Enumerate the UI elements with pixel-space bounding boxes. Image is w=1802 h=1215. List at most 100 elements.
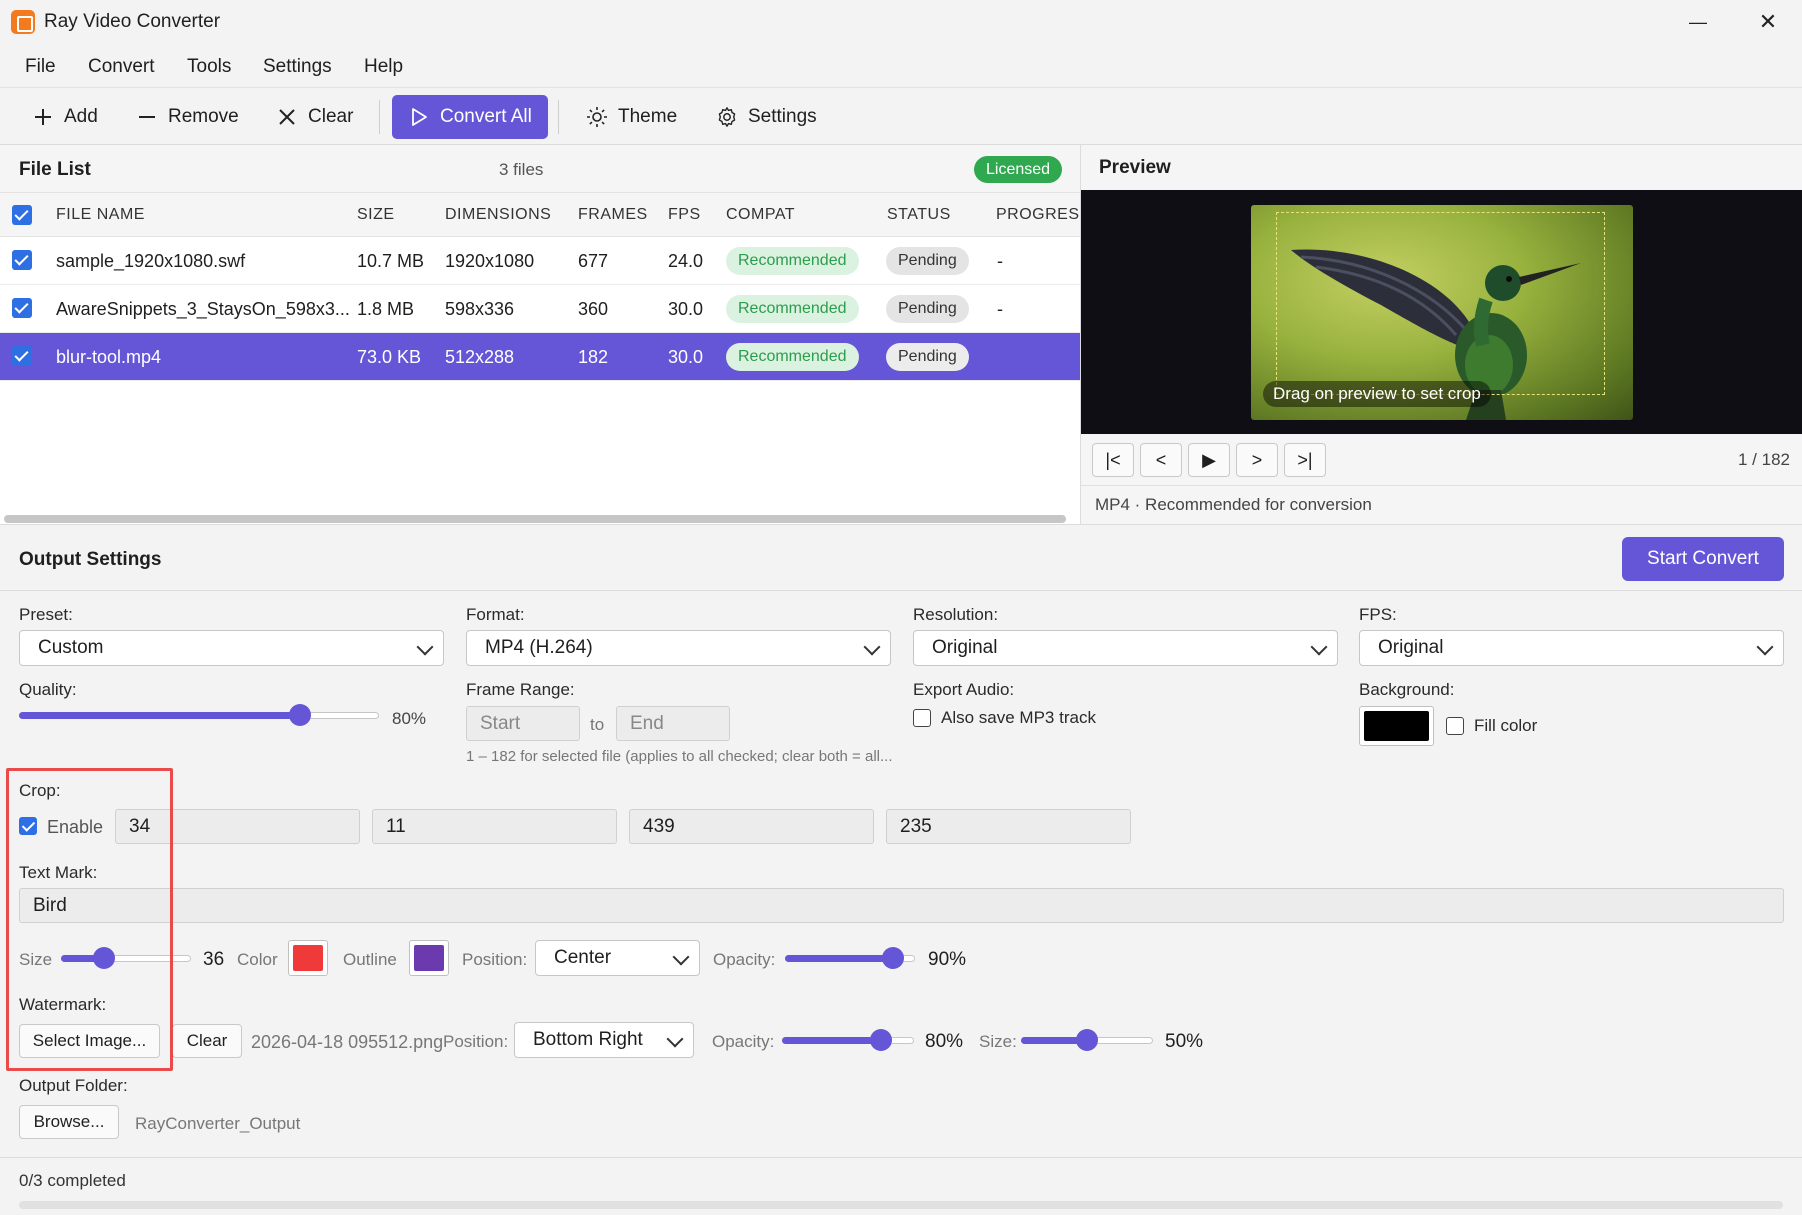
crop-enable-label[interactable]: Enable xyxy=(47,817,103,838)
row-checkbox[interactable] xyxy=(12,346,32,366)
select-image-button[interactable]: Select Image... xyxy=(19,1024,160,1058)
watermark-position-select[interactable]: Bottom Right xyxy=(514,1022,694,1058)
quality-value: 80% xyxy=(392,709,427,728)
export-audio-checkbox-label[interactable]: Also save MP3 track xyxy=(941,708,1096,728)
text-size-label: Size xyxy=(19,950,53,969)
watermark-opacity-slider[interactable] xyxy=(782,1029,914,1051)
text-mark-input[interactable]: Bird xyxy=(19,888,1784,923)
add-button[interactable]: Add xyxy=(22,95,108,139)
slider-thumb[interactable] xyxy=(1076,1029,1098,1051)
start-convert-button[interactable]: Start Convert xyxy=(1622,537,1784,581)
prev-frame-button[interactable]: < xyxy=(1140,443,1182,477)
file-frames: 182 xyxy=(578,347,609,367)
crop-y-input[interactable]: 11 xyxy=(372,809,617,844)
menu-help[interactable]: Help xyxy=(364,56,403,78)
table-column-header: FILE NAME SIZE DIMENSIONS FRAMES FPS COM… xyxy=(0,193,1080,237)
fill-color-checkbox[interactable] xyxy=(1446,717,1464,735)
next-frame-button[interactable]: > xyxy=(1236,443,1278,477)
menu-tools[interactable]: Tools xyxy=(187,56,231,78)
format-select[interactable]: MP4 (H.264) xyxy=(466,630,891,666)
title-bar: Ray Video Converter — ✕ xyxy=(0,0,1802,44)
clear-button[interactable]: Clear xyxy=(266,95,363,139)
crop-width-input[interactable]: 439 xyxy=(629,809,874,844)
file-name: AwareSnippets_3_StaysOn_598x3... xyxy=(56,299,350,319)
text-opacity-label: Opacity: xyxy=(713,950,776,969)
select-all-checkbox[interactable] xyxy=(12,205,32,225)
file-count: 3 files xyxy=(499,160,544,179)
status-bar: 0/3 completed xyxy=(0,1157,1802,1215)
text-position-select[interactable]: Center xyxy=(535,940,700,976)
close-button[interactable]: ✕ xyxy=(1733,0,1802,44)
preview-divider xyxy=(1081,485,1802,486)
row-checkbox[interactable] xyxy=(12,298,32,318)
convert-all-button[interactable]: Convert All xyxy=(392,95,548,139)
background-color-swatch[interactable] xyxy=(1359,706,1434,746)
status-badge: Pending xyxy=(886,247,969,275)
slider-thumb[interactable] xyxy=(289,704,312,726)
first-frame-button[interactable]: |< xyxy=(1092,443,1134,477)
col-frames[interactable]: FRAMES xyxy=(578,206,648,224)
menu-convert[interactable]: Convert xyxy=(88,56,155,78)
menu-settings[interactable]: Settings xyxy=(263,56,332,78)
browse-button[interactable]: Browse... xyxy=(19,1105,119,1139)
watermark-clear-button[interactable]: Clear xyxy=(172,1024,242,1058)
col-progress[interactable]: PROGRESS xyxy=(996,206,1080,224)
watermark-size-slider[interactable] xyxy=(1021,1029,1153,1051)
table-row[interactable]: AwareSnippets_3_StaysOn_598x3... 1.8 MB … xyxy=(0,285,1080,333)
text-color-swatch[interactable] xyxy=(288,940,328,976)
outline-color-swatch[interactable] xyxy=(409,940,449,976)
fps-select[interactable]: Original xyxy=(1359,630,1784,666)
minimize-button-spacer xyxy=(1663,0,1733,44)
file-progress: - xyxy=(997,299,1003,319)
preset-value: Custom xyxy=(38,637,104,658)
file-dimensions: 512x288 xyxy=(445,347,515,367)
preset-select[interactable]: Custom xyxy=(19,630,444,666)
settings-button[interactable]: Settings xyxy=(706,95,827,139)
col-file-name[interactable]: FILE NAME xyxy=(56,206,145,224)
frame-start-input[interactable]: Start xyxy=(466,706,580,741)
text-size-value: 36 xyxy=(203,949,225,970)
watermark-size-label: Size: xyxy=(979,1032,1017,1051)
frame-range-to-label: to xyxy=(590,715,605,734)
file-fps: 30.0 xyxy=(668,347,704,367)
col-status[interactable]: STATUS xyxy=(887,206,951,224)
theme-button[interactable]: Theme xyxy=(576,95,687,139)
chevron-down-icon xyxy=(416,638,434,656)
crop-x-input[interactable]: 34 xyxy=(115,809,360,844)
status-badge: Pending xyxy=(886,343,969,371)
resolution-select[interactable]: Original xyxy=(913,630,1338,666)
frame-end-input[interactable]: End xyxy=(616,706,730,741)
chevron-down-icon xyxy=(1756,638,1774,656)
crop-height-input[interactable]: 235 xyxy=(886,809,1131,844)
col-size[interactable]: SIZE xyxy=(357,206,395,224)
row-checkbox[interactable] xyxy=(12,250,32,270)
preview-canvas[interactable]: Drag on preview to set crop xyxy=(1081,190,1802,434)
table-row[interactable]: sample_1920x1080.swf 10.7 MB 1920x1080 6… xyxy=(0,237,1080,285)
slider-fill xyxy=(782,1037,881,1044)
slider-thumb[interactable] xyxy=(882,947,905,969)
preview-image[interactable]: Drag on preview to set crop xyxy=(1251,205,1633,420)
col-dimensions[interactable]: DIMENSIONS xyxy=(445,206,551,224)
fill-color-label[interactable]: Fill color xyxy=(1474,716,1537,736)
quality-slider[interactable] xyxy=(19,704,379,726)
file-frames: 677 xyxy=(578,251,609,271)
slider-thumb[interactable] xyxy=(870,1029,892,1051)
col-compat[interactable]: COMPAT xyxy=(726,206,795,224)
slider-thumb[interactable] xyxy=(93,947,116,969)
file-list-title: File List xyxy=(19,159,91,180)
menu-file[interactable]: File xyxy=(25,56,56,78)
horizontal-scrollbar[interactable] xyxy=(4,515,1066,523)
text-size-slider[interactable] xyxy=(61,947,191,969)
last-frame-button[interactable]: >| xyxy=(1284,443,1326,477)
export-audio-checkbox[interactable] xyxy=(913,709,931,727)
col-fps[interactable]: FPS xyxy=(668,206,701,224)
crop-selection-box[interactable] xyxy=(1276,212,1605,395)
text-opacity-slider[interactable] xyxy=(785,947,915,969)
crop-enable-checkbox[interactable] xyxy=(19,817,37,835)
remove-button[interactable]: Remove xyxy=(126,95,249,139)
play-button[interactable]: ▶ xyxy=(1188,443,1230,477)
table-row-selected[interactable]: blur-tool.mp4 73.0 KB 512x288 182 30.0 R… xyxy=(0,333,1080,381)
format-label: Format: xyxy=(466,605,525,624)
background-color xyxy=(1364,711,1429,741)
overall-progress-bar xyxy=(19,1201,1783,1209)
